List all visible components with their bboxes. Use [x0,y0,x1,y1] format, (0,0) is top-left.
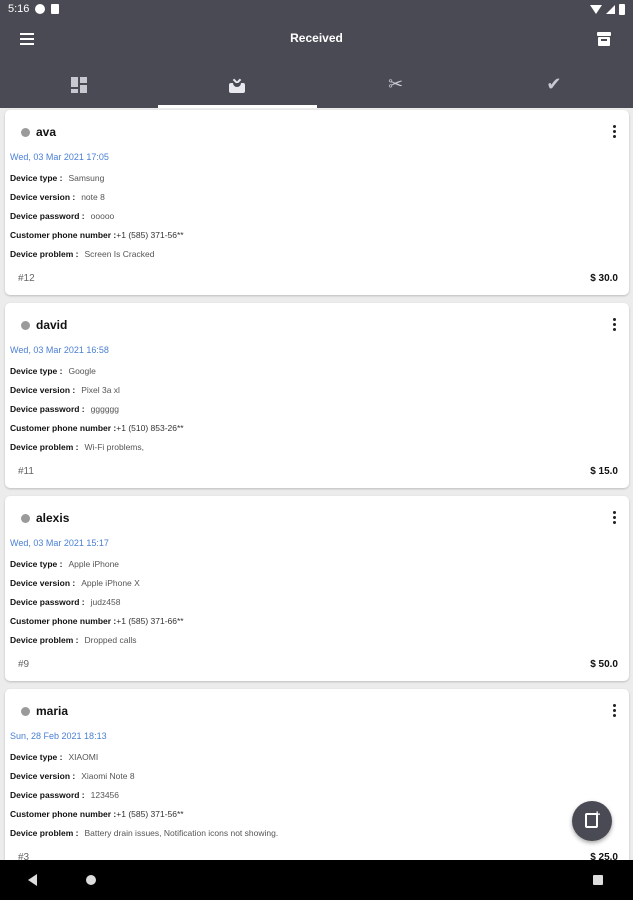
order-number: #11 [18,466,34,477]
order-price: $ 50.0 [590,659,618,670]
device-problem-row: Device problem : Dropped calls [10,635,137,645]
device-type-row: Device type : Samsung [10,173,105,183]
device-version-row: Device version : Xiaomi Note 8 [10,771,135,781]
order-number: #12 [18,273,35,284]
tab-done[interactable]: ✔ [475,62,633,108]
device-password-row: Device password : ooooo [10,211,115,221]
status-time: 5:16 [8,3,30,15]
tab-repair[interactable]: ✂ [317,62,475,108]
device-problem-row: Device problem : Wi-Fi problems, [10,442,145,452]
customer-name: ava [36,125,57,139]
device-type-row: Device type : Google [10,366,96,376]
order-card[interactable]: ava Wed, 03 Mar 2021 17:05 Device type :… [5,110,629,295]
device-version-row: Device version : Pixel 3a xl [10,385,120,395]
archive-icon[interactable] [597,31,613,47]
order-date: Sun, 28 Feb 2021 18:13 [10,731,107,741]
tab-bar: ✂ ✔ [0,62,633,108]
device-password-row: Device password :123456 [10,790,120,800]
more-options-icon[interactable] [609,317,619,333]
dashboard-icon [69,75,89,95]
device-password-row: Device password : judz458 [10,597,121,607]
add-order-button[interactable]: + [572,801,612,841]
orders-list: ava Wed, 03 Mar 2021 17:05 Device type :… [0,108,633,860]
device-version-row: Device version : note 8 [10,192,105,202]
order-card[interactable]: maria Sun, 28 Feb 2021 18:13 Device type… [5,689,629,860]
tab-dashboard[interactable] [0,62,158,108]
device-problem-row: Device problem : Battery drain issues, No… [10,828,279,838]
wifi-icon [590,4,602,14]
status-dot [21,707,30,716]
order-price: $ 30.0 [590,273,618,284]
tools-icon: ✂ [388,74,404,95]
inbox-icon [227,75,247,95]
back-icon[interactable] [28,874,37,886]
sd-card-icon [51,4,60,14]
customer-phone-row: Customer phone number :+1 (585) 371-56** [10,230,184,240]
tab-received[interactable] [158,62,317,108]
status-bar: 5:16 [0,0,633,18]
page-title: Received [290,31,343,45]
device-problem-row: Device problem : Screen Is Cracked [10,249,155,259]
order-date: Wed, 03 Mar 2021 17:05 [10,152,109,162]
app-notification-icon [35,4,46,14]
order-number: #9 [18,659,30,670]
customer-name: maria [36,704,69,718]
order-price: $ 25.0 [590,852,618,860]
customer-phone-row: Customer phone number :+1 (585) 371-66** [10,616,184,626]
more-options-icon[interactable] [609,124,619,140]
order-card[interactable]: david Wed, 03 Mar 2021 16:58 Device type… [5,303,629,488]
device-version-row: Device version : Apple iPhone X [10,578,140,588]
customer-name: david [36,318,68,332]
more-options-icon[interactable] [609,703,619,719]
system-nav-bar [0,860,633,900]
customer-name: alexis [36,511,70,525]
customer-phone-row: Customer phone number :+1 (510) 853-26** [10,423,184,433]
status-dot [21,128,30,137]
status-dot [21,321,30,330]
battery-icon [619,3,625,15]
order-card[interactable]: alexis Wed, 03 Mar 2021 15:17 Device typ… [5,496,629,681]
home-icon[interactable] [86,875,96,885]
device-type-row: Device type : XIAOMI [10,752,99,762]
customer-phone-row: Customer phone number :+1 (585) 371-56** [10,809,184,819]
order-price: $ 15.0 [590,466,618,477]
order-date: Wed, 03 Mar 2021 15:17 [10,538,109,548]
recent-apps-icon[interactable] [593,875,603,885]
more-options-icon[interactable] [609,510,619,526]
order-date: Wed, 03 Mar 2021 16:58 [10,345,109,355]
signal-icon [606,4,615,14]
device-type-row: Device type : Apple iPhone [10,559,120,569]
check-icon: ✔ [546,74,562,95]
status-dot [21,514,30,523]
order-number: #3 [18,852,30,860]
device-password-row: Device password : gggggg [10,404,120,414]
app-bar: Received [0,18,633,62]
